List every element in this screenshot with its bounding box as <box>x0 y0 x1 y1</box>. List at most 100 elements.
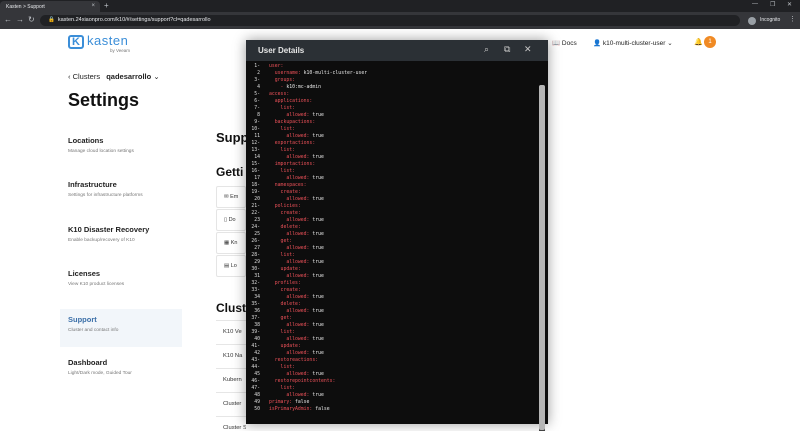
code-content: user: username: k10-multi-cluster-user g… <box>269 63 537 413</box>
code-key: create: <box>269 211 301 216</box>
back-icon[interactable]: ← <box>4 15 12 24</box>
line-number: 3- <box>254 78 260 83</box>
code-key: get: <box>269 239 293 244</box>
chevron-left-icon[interactable]: ‹ <box>68 72 71 81</box>
scrollbar-thumb[interactable] <box>539 85 545 430</box>
code-value: true <box>312 309 324 314</box>
code-line: allowed: true <box>269 392 537 399</box>
browser-tab[interactable]: Kasten > Support × <box>0 1 100 12</box>
code-line: policies: <box>269 203 537 210</box>
breadcrumb-clusters[interactable]: Clusters <box>73 72 101 81</box>
line-number: 5- <box>254 92 260 97</box>
chevron-down-icon[interactable]: ⌄ <box>153 72 159 81</box>
line-number: 15- <box>251 162 260 167</box>
browser-menu-icon[interactable]: ⋮ <box>789 15 796 23</box>
line-number: 30- <box>251 267 260 272</box>
new-tab-button[interactable]: + <box>104 1 109 10</box>
line-number: 24- <box>251 225 260 230</box>
code-line: allowed: true <box>269 175 537 182</box>
forward-icon[interactable]: → <box>16 15 24 24</box>
sidebar-item-title: K10 Disaster Recovery <box>68 225 150 234</box>
code-line: allowed: true <box>269 231 537 238</box>
code-line: allowed: true <box>269 308 537 315</box>
code-key: create: <box>269 190 301 195</box>
code-value: true <box>312 246 324 251</box>
code-value: true <box>312 176 324 181</box>
code-line: exportactions: <box>269 140 537 147</box>
modal-header: User Details ⌕ ⧉ ✕ <box>246 40 548 61</box>
breadcrumb-cluster-name[interactable]: qadesarrollo <box>106 72 151 81</box>
log-icon: ▤ <box>224 263 230 269</box>
minimize-icon[interactable]: — <box>752 1 758 7</box>
code-key: isPrimaryAdmin: <box>269 407 316 412</box>
sidebar-item-desc: View K10 product licenses <box>68 282 125 287</box>
line-number: 6- <box>254 99 260 104</box>
search-icon[interactable]: ⌕ <box>484 44 489 55</box>
code-value: true <box>312 218 324 223</box>
code-key: restorepointcontents: <box>269 379 336 384</box>
scrollbar[interactable] <box>539 85 545 431</box>
support-link-logs[interactable]: ▤ Lo <box>216 255 246 277</box>
bell-icon[interactable]: 🔔 <box>694 38 703 46</box>
sidebar-item-title: Infrastructure <box>68 180 117 189</box>
support-link-docs[interactable]: ▯ Do <box>216 209 246 231</box>
close-icon[interactable]: ✕ <box>524 44 532 55</box>
maximize-icon[interactable]: ❐ <box>770 1 775 8</box>
code-line: namespaces: <box>269 182 537 189</box>
sidebar-item-infrastructure[interactable]: Infrastructure Settings for infrastructu… <box>68 180 182 198</box>
code-key: username: <box>269 71 304 76</box>
sidebar-item-title: Support <box>68 315 97 324</box>
close-window-icon[interactable]: ✕ <box>787 1 792 8</box>
code-line: importactions: <box>269 161 537 168</box>
sidebar-item-disaster-recovery[interactable]: K10 Disaster Recovery Enable backup/reco… <box>68 225 182 243</box>
url-input[interactable]: 🔒 kasten.24xiaonpro.com/k10/#/settings/su… <box>40 15 740 26</box>
code-line: backupactions: <box>269 119 537 126</box>
line-number: 1- <box>254 64 260 69</box>
tab-close-icon[interactable]: × <box>91 3 95 9</box>
sidebar-item-desc: Cluster and contact info <box>68 328 119 333</box>
sidebar-item-dashboard[interactable]: Dashboard Light/Dark mode, Guided Tour <box>68 358 182 376</box>
line-number: 32- <box>251 281 260 286</box>
code-key: backupactions: <box>269 120 316 125</box>
table-row: Cluster <box>216 392 246 416</box>
line-number: 48 <box>254 393 260 398</box>
sidebar-item-licenses[interactable]: Licenses View K10 product licenses <box>68 269 182 287</box>
sidebar-item-locations[interactable]: Locations Manage cloud location settings <box>68 136 182 154</box>
line-number: 14 <box>254 155 260 160</box>
code-key: list: <box>269 365 295 370</box>
support-link-email[interactable]: ✉ Em <box>216 186 246 208</box>
code-key: allowed: <box>269 218 313 223</box>
line-number: 36 <box>254 309 260 314</box>
copy-icon[interactable]: ⧉ <box>504 44 510 55</box>
line-number: 7- <box>254 106 260 111</box>
code-line: isPrimaryAdmin: false <box>269 406 537 413</box>
code-line: list: <box>269 329 537 336</box>
code-key: exportactions: <box>269 141 316 146</box>
code-line: user: <box>269 63 537 70</box>
code-editor[interactable]: 1- 2 3- 4 5- 6- 7- 8 9- 10- 11 12- 13- 14 15- 16- 17 18- 1… <box>246 61 548 431</box>
table-row: Cluster Status <box>216 416 246 431</box>
code-value: k10-multi-cluster-user <box>303 71 368 76</box>
sidebar-item-desc: Light/Dark mode, Guided Tour <box>68 371 132 376</box>
table-row: K10 Ve <box>216 320 246 344</box>
notification-badge[interactable]: 1 <box>704 36 716 48</box>
reload-icon[interactable]: ↻ <box>28 15 35 24</box>
code-line: allowed: true <box>269 112 537 119</box>
code-key: allowed: <box>269 295 313 300</box>
line-number-gutter: 1- 2 3- 4 5- 6- 7- 8 9- 10- 11 12- 13- 14 15- 16- 17 18- 1… <box>246 63 266 413</box>
line-number: 8 <box>257 113 260 118</box>
support-link-knowledge[interactable]: ▦ Kn <box>216 232 246 254</box>
code-value: true <box>312 372 324 377</box>
line-number: 50 <box>254 407 260 412</box>
user-menu[interactable]: 👤 k10-multi-cluster-user ⌄ <box>593 39 673 47</box>
sidebar-item-support[interactable]: Support Cluster and contact info <box>60 309 182 347</box>
code-line: groups: <box>269 77 537 84</box>
code-key: user: <box>269 64 284 69</box>
line-number: 28- <box>251 253 260 258</box>
line-number: 45 <box>254 372 260 377</box>
code-key: list: <box>269 148 295 153</box>
docs-link[interactable]: 📖 Docs <box>552 39 577 47</box>
sidebar-item-desc: Manage cloud location settings <box>68 149 134 154</box>
code-key: list: <box>269 169 295 174</box>
code-key: allowed: <box>269 197 313 202</box>
